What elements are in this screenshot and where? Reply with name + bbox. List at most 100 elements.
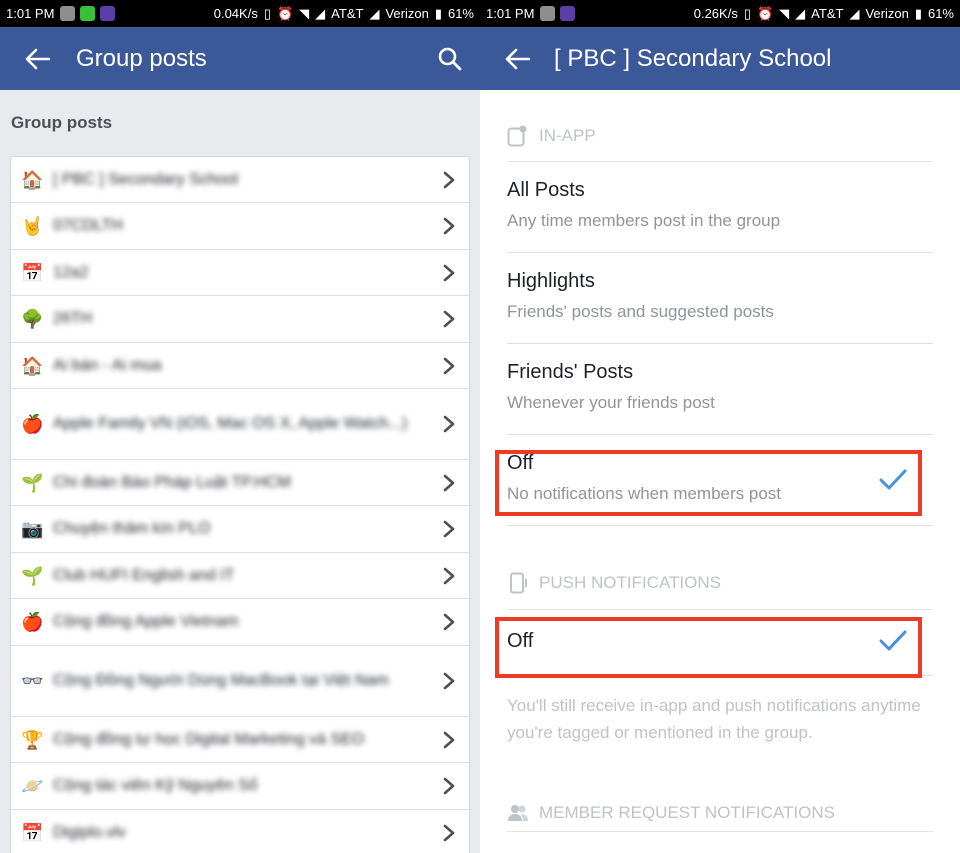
app-header: Group posts [0, 27, 480, 90]
group-name: 07CDLTH [53, 217, 123, 234]
house-icon: 🏠 [21, 355, 44, 376]
group-list-item[interactable]: 🏠 Ai bán - Ai mua [11, 343, 469, 389]
group-list-item[interactable]: 🌳 26TH [11, 296, 469, 343]
group-list-item[interactable]: 🌱 Chi đoàn Báo Pháp Luật TP.HCM [11, 460, 469, 506]
group-list-item[interactable]: 📅 Digiplo.vlv [11, 810, 469, 853]
chevron-right-icon [441, 567, 457, 585]
chevron-right-icon [441, 310, 457, 328]
option-title: Highlights [507, 270, 595, 292]
status-bar: 1:01 PM 0.04K/s ▯ ⏰ ◥ ◢ AT&T ◢ Verizon ▮… [0, 0, 480, 27]
signal-icon: ◢ [369, 5, 380, 21]
group-name: Digiplo.vlv [53, 823, 126, 841]
notification-option[interactable]: Friends' Posts Whenever your friends post [507, 344, 933, 435]
signal-icon: ◢ [795, 5, 806, 21]
carrier-att: AT&T [811, 6, 844, 21]
chevron-right-icon [441, 474, 457, 492]
group-name: Chi đoàn Báo Pháp Luật TP.HCM [53, 473, 291, 491]
group-name: Cộng đồng Apple Vietnam [53, 613, 239, 630]
phone-vibrate-icon [507, 572, 529, 594]
sprout-icon: 🌱 [21, 565, 44, 586]
push-note: You'll still receive in-app and push not… [507, 696, 921, 742]
notification-option[interactable]: All Posts Any time members post in the gr… [507, 162, 933, 253]
vibrate-icon: ▯ [743, 5, 751, 21]
wifi-icon: ◥ [779, 5, 790, 21]
back-button[interactable] [0, 27, 76, 90]
push-section-header: PUSH NOTIFICATIONS [507, 526, 933, 610]
app-header: [ PBC ] Secondary School [480, 27, 960, 90]
chevron-right-icon [441, 415, 457, 433]
back-arrow-icon [25, 48, 51, 69]
chevron-right-icon [441, 520, 457, 538]
battery-icon: ▮ [914, 5, 922, 21]
wifi-icon: ◥ [299, 5, 310, 21]
group-name: Cộng đồng tự học Digital Marketing và SE… [53, 730, 365, 748]
people-icon [507, 804, 529, 822]
group-list: 🏠 [ PBC ] Secondary School 🤘 07CDLTH 📅 12a2 🌳 2… [10, 156, 470, 853]
group-list-item[interactable]: 🌱 Club HUFI English and IT [11, 553, 469, 599]
group-name: 12a2 [53, 263, 89, 281]
page-title: Group posts [76, 44, 207, 72]
group-list-item[interactable]: 🍎 Apple Family VN (iOS, Mac OS X, Apple W… [11, 389, 469, 460]
network-speed: 0.26K/s [693, 6, 738, 21]
group-name: Apple Family VN (iOS, Mac OS X, Apple Wa… [53, 415, 408, 432]
weather-notification-icon [560, 6, 576, 21]
alarm-icon: ⏰ [276, 5, 294, 21]
carrier-verizon: Verizon [385, 6, 429, 21]
group-list-item[interactable]: 🍎 Cộng đồng Apple Vietnam [11, 599, 469, 646]
weather-notification-icon [100, 6, 116, 21]
group-list-item[interactable]: 🏠 [ PBC ] Secondary School [11, 157, 469, 203]
app-notification-icon [60, 6, 76, 21]
group-list-item[interactable]: 🪐 Cộng tác viên Kỹ Nguyên Số [11, 763, 469, 810]
chevron-right-icon [441, 357, 457, 375]
group-name: Ai bán - Ai mua [53, 356, 162, 374]
group-list-item[interactable]: 📷 Chuyện thâm kín PLO [11, 506, 469, 553]
chevron-right-icon [441, 217, 457, 235]
status-bar: 1:01 PM 0.26K/s ▯ ⏰ ◥ ◢ AT&T ◢ Verizon ▮… [480, 0, 960, 27]
glasses-icon: 👓 [21, 671, 44, 691]
push-header-label: PUSH NOTIFICATIONS [539, 572, 721, 592]
in-app-section-header: IN-APP [507, 90, 933, 162]
notification-option[interactable]: Highlights Friends' posts and suggested p… [507, 253, 933, 344]
app-notification-icon [540, 6, 556, 21]
back-button[interactable] [480, 27, 556, 90]
group-name: Club HUFI English and IT [53, 566, 235, 584]
app-notification-icon [80, 6, 96, 21]
carrier-att: AT&T [331, 6, 364, 21]
group-name: 26TH [53, 310, 93, 327]
member-request-section-header: MEMBER REQUEST NOTIFICATIONS [507, 746, 933, 832]
vibrate-icon: ▯ [263, 5, 271, 21]
phone-notification-icon [507, 125, 529, 147]
highlight-box-push-off [495, 617, 922, 678]
option-description: Friends' posts and suggested posts [507, 302, 774, 321]
in-app-header-label: IN-APP [539, 125, 596, 145]
option-title: Friends' Posts [507, 361, 634, 383]
chevron-right-icon [441, 777, 457, 795]
calendar-group-icon: 📅 [21, 262, 44, 283]
chevron-right-icon [441, 613, 457, 631]
battery-level: 61% [447, 6, 474, 21]
house-icon: 🏠 [21, 169, 44, 190]
sprout-icon: 🌱 [21, 472, 44, 493]
group-name: [ PBC ] Secondary School [53, 170, 238, 188]
chevron-right-icon [441, 731, 457, 749]
rock-hand-icon: 🤘 [21, 216, 44, 236]
group-list-item[interactable]: 🤘 07CDLTH [11, 203, 469, 250]
option-title: All Posts [507, 179, 585, 201]
signal-icon: ◢ [315, 5, 326, 21]
highlight-box-in-app-off [495, 450, 922, 516]
network-speed: 0.04K/s [213, 6, 258, 21]
option-description: Any time members post in the group [507, 211, 781, 230]
page-title: [ PBC ] Secondary School [554, 44, 832, 72]
carrier-verizon: Verizon [865, 6, 909, 21]
group-list-item[interactable]: 📅 12a2 [11, 250, 469, 296]
chevron-right-icon [441, 264, 457, 282]
calendar-group-icon: 📅 [21, 822, 44, 843]
group-name: Cộng tác viên Kỹ Nguyên Số [53, 777, 258, 794]
search-button[interactable] [420, 27, 480, 90]
chevron-right-icon [441, 171, 457, 189]
back-arrow-icon [505, 48, 531, 69]
group-list-item[interactable]: 👓 Cộng Đồng Người Dùng MacBook tại Việt N… [11, 646, 469, 717]
trophy-icon: 🏆 [21, 729, 44, 750]
group-list-item[interactable]: 🏆 Cộng đồng tự học Digital Marketing và S… [11, 717, 469, 763]
apple-icon: 🍎 [21, 414, 44, 434]
